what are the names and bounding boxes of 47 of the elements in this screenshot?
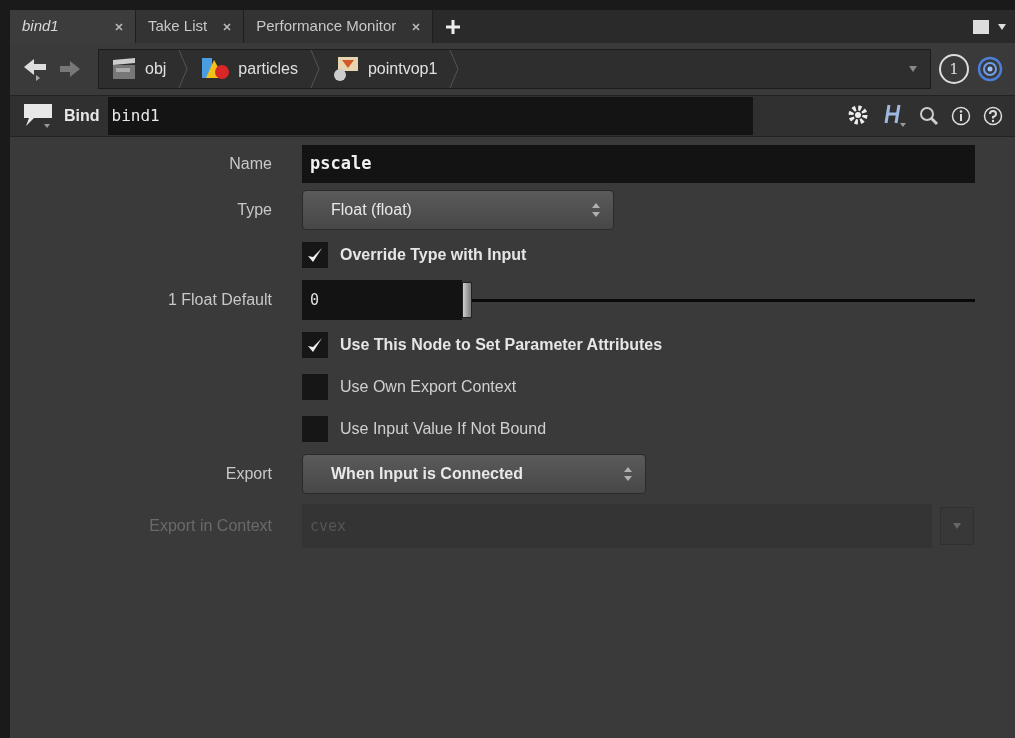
checkbox-label: Use Own Export Context	[340, 377, 517, 397]
help-icon[interactable]	[983, 106, 1003, 126]
checkbox[interactable]	[302, 332, 328, 358]
tab[interactable]: Performance Monitor	[244, 10, 434, 43]
up-down-arrows-icon	[591, 202, 601, 218]
target-icon[interactable]	[977, 56, 1003, 82]
parameter-label: Export	[225, 465, 272, 482]
clapper-icon	[111, 57, 137, 81]
checkbox-label: Use This Node to Set Parameter Attributes	[340, 335, 663, 355]
close-icon[interactable]	[223, 22, 232, 31]
path-segment[interactable]: obj	[99, 57, 179, 81]
path-segment[interactable]: pointvop1	[319, 55, 450, 83]
parameter-label: Type	[237, 201, 272, 218]
checkbox[interactable]	[302, 374, 328, 400]
shapes-icon	[200, 56, 231, 82]
search-icon[interactable]	[919, 106, 939, 126]
parameter-label: Name	[229, 155, 272, 172]
forward-arrow-icon[interactable]	[58, 59, 82, 79]
pin-badge[interactable]: 1	[939, 54, 969, 84]
checkbox[interactable]	[302, 416, 328, 442]
caret-icon[interactable]	[997, 22, 1007, 31]
node-name-field[interactable]: bind1	[107, 97, 753, 135]
tab[interactable]: bind1	[10, 10, 136, 43]
checkbox-label: Override Type with Input	[340, 245, 527, 265]
close-icon[interactable]	[412, 22, 421, 31]
name-field[interactable]: pscale	[302, 145, 975, 183]
chevron-separator-icon	[309, 50, 320, 88]
close-icon[interactable]	[115, 22, 123, 31]
checkbox[interactable]	[302, 242, 328, 268]
up-down-arrows-icon	[623, 466, 633, 482]
slider-handle[interactable]	[462, 282, 472, 318]
node-type-label: Bind	[64, 106, 100, 126]
help-h-icon[interactable]	[883, 103, 907, 129]
dropdown-menu[interactable]: When Input is Connected	[302, 454, 646, 494]
plus-icon[interactable]	[445, 18, 462, 35]
caret-icon	[952, 522, 962, 530]
chevron-separator-icon	[178, 50, 189, 88]
checkbox-label: Use Input Value If Not Bound	[340, 419, 547, 439]
chevron-separator-icon	[449, 50, 460, 88]
value-field[interactable]: 0	[302, 280, 462, 320]
parameter-label: 1 Float Default	[167, 291, 272, 308]
square-icon[interactable]	[973, 19, 989, 34]
info-icon[interactable]	[951, 106, 971, 126]
node-icon	[331, 55, 360, 83]
tab[interactable]: Take List	[136, 10, 245, 43]
dropdown-menu[interactable]: Float (float)	[302, 190, 614, 230]
path-segment[interactable]: particles	[188, 56, 310, 82]
